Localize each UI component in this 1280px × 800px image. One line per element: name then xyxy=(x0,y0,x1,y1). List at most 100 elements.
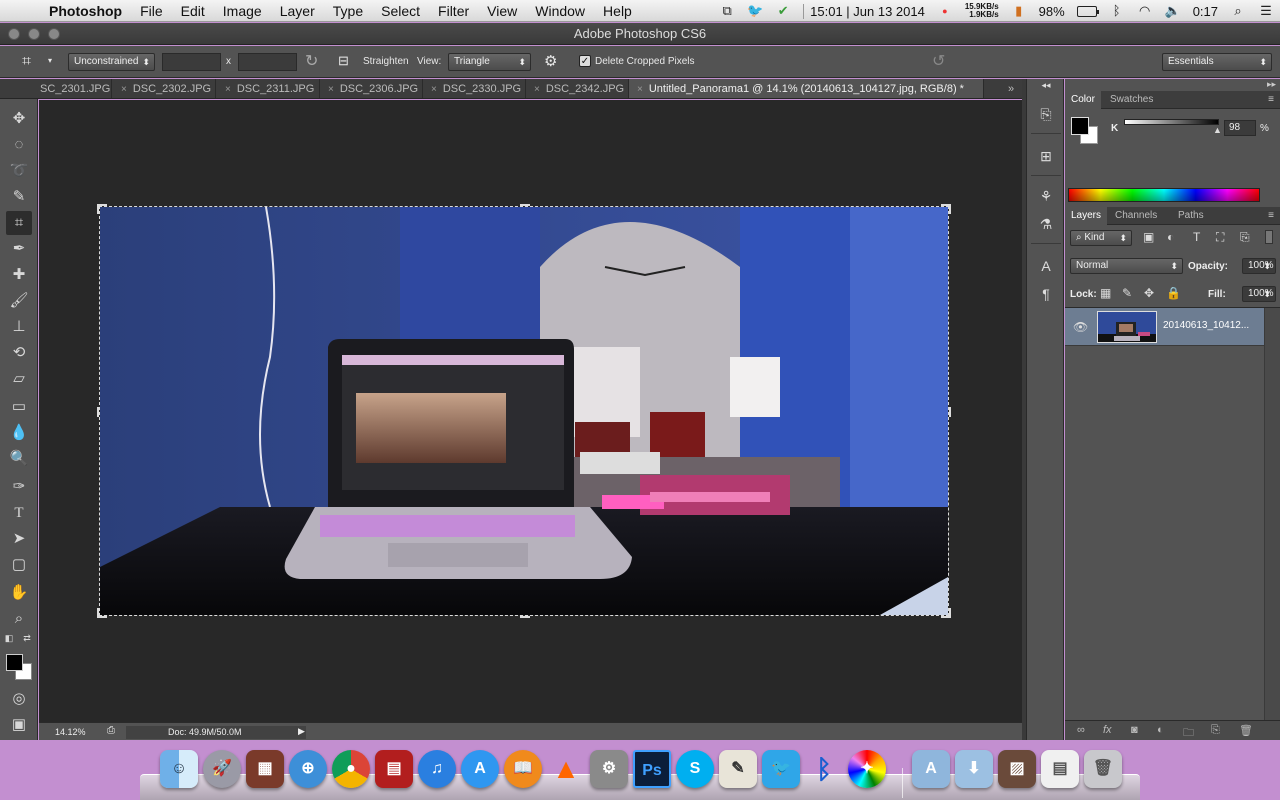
menubar-datetime[interactable]: 15:01 | Jun 13 2014 xyxy=(803,3,925,19)
chrome-icon[interactable]: ● xyxy=(332,750,370,788)
tab-dsc-2306[interactable]: × DSC_2306.JPG xyxy=(320,79,423,98)
window-switch-icon[interactable]: ⧉ xyxy=(719,4,735,18)
blur-tool-icon[interactable]: 💧 xyxy=(6,421,32,445)
menu-view[interactable]: View xyxy=(478,3,526,19)
opacity-input[interactable]: 100% xyxy=(1242,258,1276,274)
new-layer-icon[interactable]: ⎘ xyxy=(1211,724,1220,737)
dodge-tool-icon[interactable]: 🔍 xyxy=(6,447,32,471)
swap-colors-icon[interactable]: ⇄ xyxy=(20,631,34,645)
battery-app-icon[interactable]: ▮ xyxy=(1011,4,1027,18)
k-slider-thumb[interactable]: ▲ xyxy=(1213,125,1222,135)
adjustment-layer-icon[interactable]: ◐ xyxy=(1157,724,1164,736)
tab-color[interactable]: Color xyxy=(1065,91,1101,109)
filter-adjustment-icon[interactable]: ◐ xyxy=(1167,230,1174,244)
safari-icon[interactable]: ⊕ xyxy=(289,750,327,788)
wifi-icon[interactable]: ◠ xyxy=(1137,4,1153,18)
zoom-level-field[interactable]: 14.12% xyxy=(44,726,94,739)
filter-pixel-icon[interactable]: ▣ xyxy=(1143,230,1154,244)
menu-filter[interactable]: Filter xyxy=(429,3,478,19)
screen-mode-icon[interactable]: ▣ xyxy=(6,713,32,737)
ibooks-icon[interactable]: 📖 xyxy=(504,750,542,788)
clone-stamp-tool-icon[interactable]: ⊥ xyxy=(6,315,32,339)
crop-tool-preset-icon[interactable]: ⌗ xyxy=(22,53,31,71)
tab-paths[interactable]: Paths xyxy=(1172,207,1210,225)
filter-type-icon[interactable]: T xyxy=(1193,230,1200,244)
menu-layer[interactable]: Layer xyxy=(271,3,324,19)
tab-untitled-panorama[interactable]: × Untitled_Panorama1 @ 14.1% (20140613_10… xyxy=(629,79,984,98)
lock-transparency-icon[interactable]: ▦ xyxy=(1100,286,1111,300)
healing-brush-tool-icon[interactable]: ✚ xyxy=(6,263,32,287)
spreadsheet-icon[interactable]: ▤ xyxy=(1041,750,1079,788)
history-panel-icon[interactable]: ⎘ xyxy=(1034,103,1058,125)
brush-presets-icon[interactable]: ⚘ xyxy=(1034,185,1058,207)
brush-tool-icon[interactable]: 🖌 xyxy=(6,289,32,313)
eraser-tool-icon[interactable]: ▱ xyxy=(6,367,32,391)
k-channel-slider[interactable] xyxy=(1124,119,1219,125)
bluetooth-dock-icon[interactable]: ᛒ xyxy=(805,750,843,788)
menu-photoshop[interactable]: Photoshop xyxy=(40,3,131,19)
add-mask-icon[interactable]: ◙ xyxy=(1131,724,1138,736)
properties-panel-icon[interactable]: ⊞ xyxy=(1034,145,1058,167)
layer-name[interactable]: 20140613_10412... xyxy=(1163,320,1249,331)
tab-dsc-2301[interactable]: SC_2301.JPG xyxy=(0,79,112,98)
applications-folder-icon[interactable]: A xyxy=(912,750,950,788)
settings-gear-icon[interactable]: ⚙ xyxy=(544,52,557,70)
status-menu-arrow-icon[interactable]: ▶ xyxy=(298,726,305,737)
straighten-button[interactable]: Straighten xyxy=(363,56,409,67)
type-tool-icon[interactable]: T xyxy=(6,501,32,525)
delete-layer-icon[interactable]: 🗑 xyxy=(1239,724,1253,737)
marquee-tool-icon[interactable]: ◌ xyxy=(6,133,32,157)
quick-mask-icon[interactable]: ◎ xyxy=(6,687,32,711)
hand-tool-icon[interactable]: ✋ xyxy=(6,581,32,605)
zoom-window-button[interactable] xyxy=(48,28,60,40)
battery-percent[interactable]: 98% xyxy=(1039,4,1065,19)
workspace-select[interactable]: Essentials xyxy=(1162,53,1272,71)
path-selection-tool-icon[interactable]: ➤ xyxy=(6,527,32,551)
menu-help[interactable]: Help xyxy=(594,3,641,19)
tabs-overflow-icon[interactable]: » xyxy=(1000,79,1022,98)
history-brush-tool-icon[interactable]: ⟲ xyxy=(6,341,32,365)
layer-thumbnail[interactable] xyxy=(1097,311,1157,343)
crop-height-input[interactable] xyxy=(238,53,297,71)
straighten-icon[interactable]: ⊟ xyxy=(338,53,349,69)
menu-image[interactable]: Image xyxy=(214,3,271,19)
blend-mode-select[interactable]: Normal xyxy=(1070,258,1183,274)
menu-select[interactable]: Select xyxy=(372,3,429,19)
zoom-tool-icon[interactable]: ⌕ xyxy=(6,607,32,631)
view-overlay-select[interactable]: Triangle xyxy=(448,53,531,71)
eyedropper-tool-icon[interactable]: ✒ xyxy=(6,237,32,261)
color-spectrum-ramp[interactable] xyxy=(1068,188,1260,202)
tab-close-icon[interactable]: × xyxy=(431,84,437,95)
lock-pixels-icon[interactable]: ✎ xyxy=(1122,286,1132,300)
color-swatches[interactable] xyxy=(6,654,34,682)
character-panel-icon[interactable]: A xyxy=(1034,255,1058,277)
tab-close-icon[interactable]: × xyxy=(328,84,334,95)
crop-width-input[interactable] xyxy=(162,53,221,71)
photoshop-icon[interactable]: Ps xyxy=(633,750,671,788)
document-size-info[interactable]: Doc: 49.9M/50.0M xyxy=(126,726,306,739)
tab-close-icon[interactable]: × xyxy=(121,84,127,95)
move-tool-icon[interactable]: ✥ xyxy=(6,107,32,131)
menu-file[interactable]: File xyxy=(131,3,172,19)
colorful-app-icon[interactable]: ✦ xyxy=(848,750,886,788)
trash-icon[interactable]: 🗑 xyxy=(1084,750,1122,788)
vlc-icon[interactable]: ▲ xyxy=(547,750,585,788)
lock-position-icon[interactable]: ✥ xyxy=(1144,286,1154,300)
tab-dsc-2330[interactable]: × DSC_2330.JPG xyxy=(423,79,526,98)
layer-visibility-eye-icon[interactable]: 👁 xyxy=(1073,320,1088,334)
twitter-dock-icon[interactable]: 🐦 xyxy=(762,750,800,788)
default-colors-icon[interactable]: ◧ xyxy=(2,631,16,645)
evernote-icon[interactable]: ✔ xyxy=(775,4,791,18)
new-group-icon[interactable]: 🗀 xyxy=(1183,724,1194,743)
filter-smart-object-icon[interactable]: ⎘ xyxy=(1240,230,1250,245)
color-panel-fg-swatch[interactable] xyxy=(1071,117,1089,135)
app-store-icon[interactable]: A xyxy=(461,750,499,788)
paragraph-panel-icon[interactable]: ¶ xyxy=(1034,283,1058,305)
filter-toggle-icon[interactable] xyxy=(1265,230,1273,244)
ratio-select[interactable]: Unconstrained xyxy=(68,53,155,71)
color-panel-menu-icon[interactable]: ≡ xyxy=(1268,94,1274,105)
spotlight-icon[interactable]: ⌕ xyxy=(1230,4,1246,18)
photo-booth-icon[interactable]: ▦ xyxy=(246,750,284,788)
foreground-color[interactable] xyxy=(6,654,23,671)
menu-type[interactable]: Type xyxy=(324,3,372,19)
